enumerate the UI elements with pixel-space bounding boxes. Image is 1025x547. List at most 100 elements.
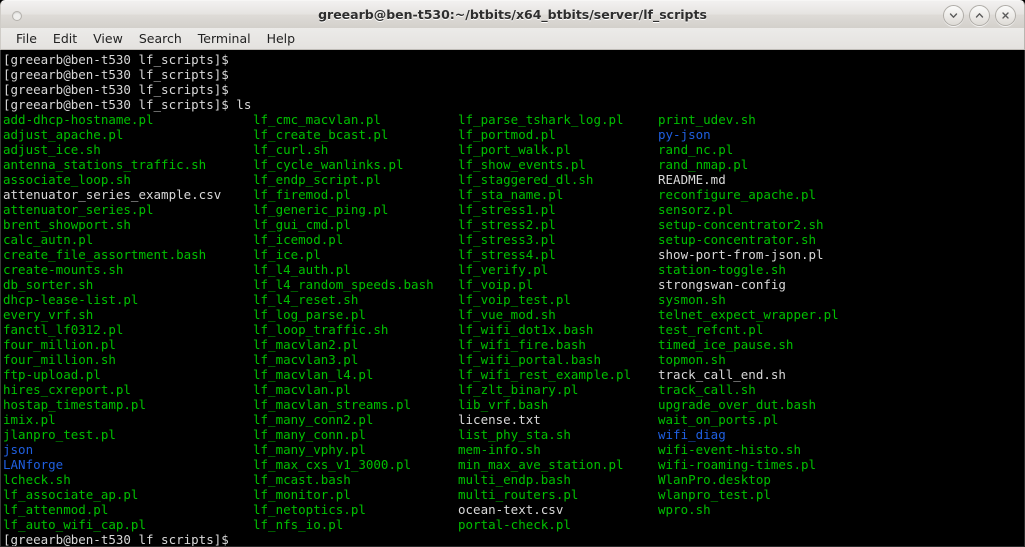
listing-entry: wait_on_ports.pl	[658, 412, 779, 427]
listing-entry: topmon.sh	[658, 352, 726, 367]
listing-row: lf_auto_wifi_cap.pl lf_nfs_io.pl portal-ch…	[3, 517, 1024, 532]
listing-row: hostap_timestamp.pl lf_macvlan_streams.pl…	[3, 397, 1024, 412]
listing-entry: fanctl_lf0312.pl	[3, 322, 124, 337]
listing-row: attenuator_series.pl lf_generic_ping.pl lf…	[3, 202, 1024, 217]
listing-entry: reconfigure_apache.pl	[658, 187, 817, 202]
listing-entry: associate_loop.sh	[3, 172, 131, 187]
listing-entry: ftp-upload.pl	[3, 367, 101, 382]
menu-item-search[interactable]: Search	[131, 29, 190, 49]
listing-entry: lf_many_vphy.pl	[253, 442, 366, 457]
listing-entry: setup-concentrator2.sh	[658, 217, 824, 232]
listing-row: dhcp-lease-list.pl lf_l4_reset.sh lf_voip_…	[3, 292, 1024, 307]
listing-entry: lf_macvlan_streams.pl	[253, 397, 412, 412]
listing-row: json lf_many_vphy.pl mem-info.sh wifi-event…	[3, 442, 1024, 457]
listing-row: brent_showport.sh lf_gui_cmd.pl lf_stress2…	[3, 217, 1024, 232]
menu-item-edit[interactable]: Edit	[45, 29, 85, 49]
listing-row: imix.pl lf_many_conn2.pl license.txt wait_o…	[3, 412, 1024, 427]
listing-entry: attenuator_series.pl	[3, 202, 154, 217]
listing-entry: four_million.sh	[3, 352, 116, 367]
listing-entry: create_file_assortment.bash	[3, 247, 207, 262]
window-menu-icon[interactable]	[12, 11, 22, 21]
terminal-window: greearb@ben-t530:~/btbits/x64_btbits/ser…	[0, 0, 1025, 547]
listing-entry: lf_voip_test.pl	[458, 292, 571, 307]
terminal-prompt-line: [greearb@ben-t530 lf_scripts]$	[3, 82, 229, 97]
listing-entry: README.md	[658, 172, 726, 187]
listing-entry: dhcp-lease-list.pl	[3, 292, 139, 307]
window-titlebar[interactable]: greearb@ben-t530:~/btbits/x64_btbits/ser…	[0, 0, 1025, 28]
listing-entry: lf_max_cxs_v1_3000.pl	[253, 457, 412, 472]
listing-entry: lf_l4_auth.pl	[253, 262, 351, 277]
maximize-button[interactable]	[969, 5, 990, 26]
listing-entry: lf_stress3.pl	[458, 232, 556, 247]
listing-row: add-dhcp-hostname.pl lf_cmc_macvlan.pl lf_…	[3, 112, 1024, 127]
listing-entry: lf_log_parse.pl	[253, 307, 366, 322]
listing-entry: lf_wifi_rest_example.pl	[458, 367, 632, 382]
listing-row: create_file_assortment.bash lf_ice.pl lf_s…	[3, 247, 1024, 262]
listing-entry: lf_monitor.pl	[253, 487, 351, 502]
listing-entry: attenuator_series_example.csv	[3, 187, 222, 202]
listing-entry: track_call.sh	[658, 382, 756, 397]
listing-entry: lf_show_events.pl	[458, 157, 586, 172]
close-button[interactable]	[995, 5, 1016, 26]
listing-entry: license.txt	[458, 412, 541, 427]
listing-entry: create-mounts.sh	[3, 262, 124, 277]
close-icon	[1002, 12, 1009, 19]
listing-entry: json	[3, 442, 34, 457]
listing-entry: lf_cmc_macvlan.pl	[253, 112, 381, 127]
listing-entry: lf_sta_name.pl	[458, 187, 564, 202]
window-title: greearb@ben-t530:~/btbits/x64_btbits/ser…	[318, 7, 707, 22]
listing-entry: lf_many_conn.pl	[253, 427, 366, 442]
listing-entry: lcheck.sh	[3, 472, 71, 487]
listing-entry: LANforge	[3, 457, 64, 472]
listing-entry: sysmon.sh	[658, 292, 726, 307]
menubar: File Edit View Search Terminal Help	[0, 28, 1025, 50]
listing-entry: multi_routers.pl	[458, 487, 579, 502]
listing-entry: four_million.pl	[3, 337, 116, 352]
listing-entry: lf_create_bcast.pl	[253, 127, 389, 142]
listing-entry: lf_wifi_fire.bash	[458, 337, 586, 352]
listing-row: adjust_ice.sh lf_curl.sh lf_port_walk.pl ra…	[3, 142, 1024, 157]
listing-row: jlanpro_test.pl lf_many_conn.pl list_phy_s…	[3, 427, 1024, 442]
listing-entry: telnet_expect_wrapper.pl	[658, 307, 839, 322]
chevron-up-icon	[975, 13, 984, 18]
listing-entry: lf_netoptics.pl	[253, 502, 366, 517]
listing-entry: station-toggle.sh	[658, 262, 786, 277]
terminal-output[interactable]: [greearb@ben-t530 lf_scripts]$ [greearb@b…	[0, 50, 1025, 547]
listing-entry: lf_macvlan_l4.pl	[253, 367, 374, 382]
menu-item-view[interactable]: View	[85, 29, 131, 49]
listing-entry: setup-concentrator.sh	[658, 232, 817, 247]
listing-entry: WlanPro.desktop	[658, 472, 771, 487]
terminal-command-line: [greearb@ben-t530 lf_scripts]$ ls	[3, 97, 252, 112]
listing-entry: timed_ice_pause.sh	[658, 337, 794, 352]
listing-row: LANforge lf_max_cxs_v1_3000.pl min_max_ave…	[3, 457, 1024, 472]
listing-entry: test_refcnt.pl	[658, 322, 764, 337]
listing-entry: lf_l4_random_speeds.bash	[253, 277, 434, 292]
listing-row: attenuator_series_example.csv lf_firemod.…	[3, 187, 1024, 202]
listing-row: ftp-upload.pl lf_macvlan_l4.pl lf_wifi_res…	[3, 367, 1024, 382]
listing-entry: lf_attenmod.pl	[3, 502, 109, 517]
listing-entry: lf_cycle_wanlinks.pl	[253, 157, 404, 172]
listing-row: calc_autn.pl lf_icemod.pl lf_stress3.pl set…	[3, 232, 1024, 247]
listing-entry: wifi-roaming-times.pl	[658, 457, 817, 472]
listing-entry: rand_nc.pl	[658, 142, 734, 157]
chevron-down-icon	[949, 13, 958, 18]
listing-entry: lf_auto_wifi_cap.pl	[3, 517, 146, 532]
menu-item-terminal[interactable]: Terminal	[190, 29, 259, 49]
minimize-button[interactable]	[943, 5, 964, 26]
listing-entry: lf_firemod.pl	[253, 187, 351, 202]
listing-row: four_million.pl lf_macvlan2.pl lf_wifi_fir…	[3, 337, 1024, 352]
menu-item-file[interactable]: File	[8, 29, 45, 49]
listing-entry: lf_loop_traffic.sh	[253, 322, 389, 337]
menu-item-help[interactable]: Help	[259, 29, 304, 49]
listing-entry: lf_l4_reset.sh	[253, 292, 359, 307]
listing-entry: lf_ice.pl	[253, 247, 321, 262]
listing-entry: lf_endp_script.pl	[253, 172, 381, 187]
listing-row: fanctl_lf0312.pl lf_loop_traffic.sh lf_wif…	[3, 322, 1024, 337]
listing-entry: lf_stress1.pl	[458, 202, 556, 217]
listing-row: db_sorter.sh lf_l4_random_speeds.bash lf_v…	[3, 277, 1024, 292]
listing-row: antenna_stations_traffic.sh lf_cycle_wanl…	[3, 157, 1024, 172]
listing-entry: calc_autn.pl	[3, 232, 94, 247]
listing-entry: lf_port_walk.pl	[458, 142, 571, 157]
listing-row: hires_cxreport.pl lf_macvlan.pl lf_zlt_bin…	[3, 382, 1024, 397]
listing-entry: track_call_end.sh	[658, 367, 786, 382]
